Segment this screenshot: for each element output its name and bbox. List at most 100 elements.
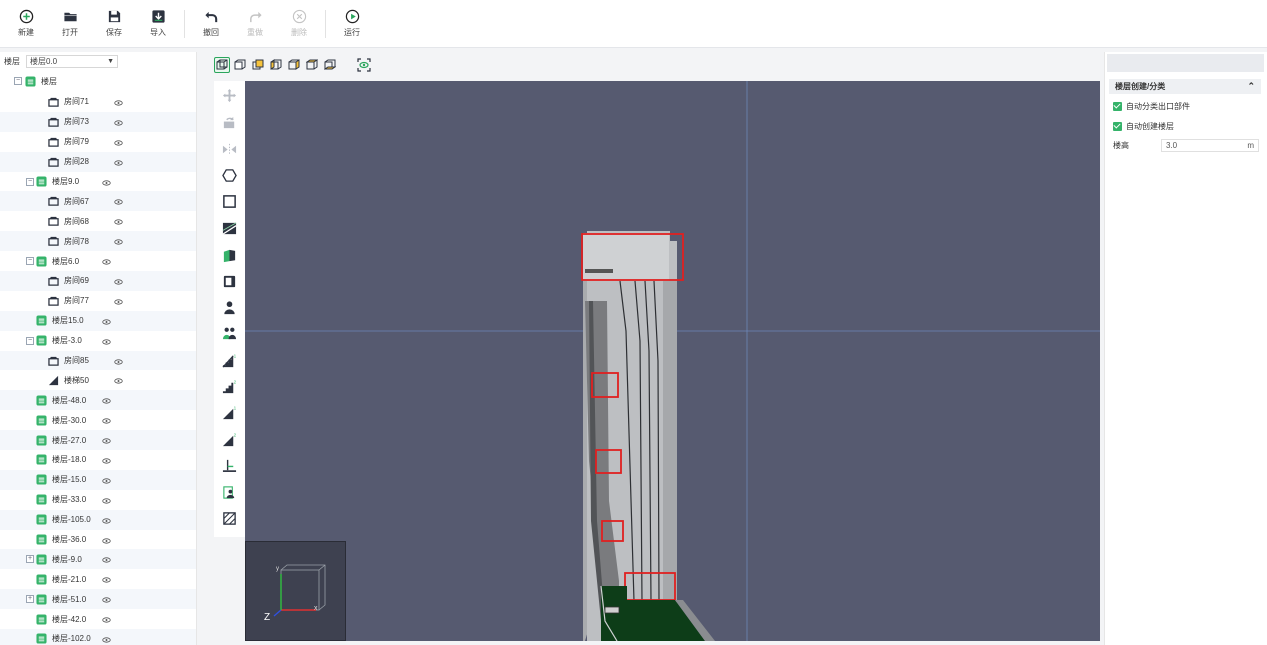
eye-icon[interactable] <box>102 616 111 623</box>
eye-icon[interactable] <box>102 397 111 404</box>
rectangle-tool-button[interactable] <box>221 193 238 210</box>
eye-icon[interactable] <box>102 517 111 524</box>
layer-select-dropdown[interactable]: 楼层0.0 ▼ <box>26 54 118 68</box>
hatch-tool-button[interactable] <box>221 510 238 527</box>
floor-height-input[interactable]: 3.0 m <box>1161 138 1259 152</box>
wall-tool-button[interactable] <box>221 220 238 237</box>
eye-icon[interactable] <box>114 198 123 205</box>
view-perspective-button[interactable] <box>214 57 230 73</box>
tree-floor-row[interactable]: − 楼层6.0 <box>0 251 196 271</box>
eye-icon[interactable] <box>114 139 123 146</box>
tree-floor-row[interactable]: 楼层-105.0 <box>0 509 196 530</box>
stair1-tool-button[interactable]: 1 <box>221 352 238 369</box>
collapse-toggle[interactable]: − <box>26 177 34 186</box>
tree-stair-row[interactable]: 楼梯50 <box>0 370 196 390</box>
eye-icon[interactable] <box>102 338 111 345</box>
eye-icon[interactable] <box>114 159 123 166</box>
collapse-toggle[interactable]: − <box>26 336 34 345</box>
view-back-button[interactable] <box>250 57 266 73</box>
tree-room-row[interactable]: 房间77 <box>0 291 196 311</box>
polygon-tool-button[interactable] <box>221 167 238 184</box>
eye-icon[interactable] <box>114 298 123 305</box>
expand-toggle[interactable]: + <box>26 555 34 564</box>
chevron-up-icon[interactable]: ⌃ <box>1247 81 1255 92</box>
undo-button[interactable]: 撤回 <box>189 4 233 44</box>
eye-icon[interactable] <box>102 537 111 544</box>
new-button[interactable]: 新建 <box>4 4 48 44</box>
crowd-tool-button[interactable] <box>221 325 238 342</box>
tree-room-row[interactable]: 房间79 <box>0 132 196 152</box>
tree-floor-row[interactable]: 楼层-21.0 <box>0 569 196 589</box>
elevator-tool-button[interactable] <box>221 457 238 474</box>
eye-icon[interactable] <box>102 596 111 603</box>
eye-icon[interactable] <box>102 576 111 583</box>
building-model[interactable] <box>245 81 1100 641</box>
view-bottom-button[interactable] <box>322 57 338 73</box>
stair2-tool-button[interactable]: 2 <box>221 378 238 395</box>
ramp1-tool-button[interactable]: 1 <box>221 404 238 421</box>
eye-icon[interactable] <box>102 497 111 504</box>
tree-floor-row[interactable]: 楼层-102.0 <box>0 629 196 645</box>
eye-icon[interactable] <box>114 278 123 285</box>
eye-icon[interactable] <box>102 437 111 444</box>
eye-icon[interactable] <box>102 556 111 563</box>
tree-root-row[interactable]: − 楼层 <box>0 70 196 92</box>
eye-icon[interactable] <box>102 457 111 464</box>
auto-create-floor-checkbox[interactable]: 自动创建楼层 <box>1105 116 1267 136</box>
tree-floor-row[interactable]: 楼层-48.0 <box>0 390 196 411</box>
eye-icon[interactable] <box>114 238 123 245</box>
room-tool-button[interactable] <box>221 273 238 290</box>
collapse-toggle[interactable]: − <box>14 77 22 85</box>
view-top-button[interactable] <box>304 57 320 73</box>
open-button[interactable]: 打开 <box>48 4 92 44</box>
view-front-button[interactable] <box>232 57 248 73</box>
eye-icon[interactable] <box>102 477 111 484</box>
run-button[interactable]: 运行 <box>330 4 374 44</box>
auto-classify-exit-checkbox[interactable]: 自动分类出口部件 <box>1105 96 1267 116</box>
redo-button[interactable]: 重做 <box>233 4 277 44</box>
expand-toggle[interactable]: + <box>26 595 34 604</box>
tree-floor-row[interactable]: − 楼层9.0 <box>0 172 196 192</box>
tree-room-row[interactable]: 房间71 <box>0 92 196 112</box>
tree-floor-row[interactable]: 楼层-27.0 <box>0 430 196 451</box>
tree-room-row[interactable]: 房间85 <box>0 350 196 371</box>
tree-floor-row[interactable]: 楼层-15.0 <box>0 469 196 490</box>
view-left-button[interactable] <box>268 57 284 73</box>
tree-floor-row[interactable]: 楼层15.0 <box>0 310 196 331</box>
tree-room-row[interactable]: 房间69 <box>0 271 196 291</box>
eye-icon[interactable] <box>102 179 111 186</box>
tree-floor-row[interactable]: 楼层-33.0 <box>0 490 196 510</box>
delete-button[interactable]: 删除 <box>277 4 321 44</box>
ramp2-tool-button[interactable]: 2 <box>221 431 238 448</box>
floor-create-section-header[interactable]: 楼层创建/分类 ⌃ <box>1109 79 1261 94</box>
eye-icon[interactable] <box>114 377 123 384</box>
eye-icon[interactable] <box>114 99 123 106</box>
mirror-tool-button[interactable] <box>221 141 238 158</box>
checkbox-checked-icon[interactable] <box>1113 101 1122 111</box>
user-group-tool-button[interactable] <box>221 484 238 501</box>
tree-floor-row[interactable]: 楼层-36.0 <box>0 530 196 550</box>
checkbox-checked-icon[interactable] <box>1113 121 1122 131</box>
tree-floor-row[interactable]: − 楼层-3.0 <box>0 331 196 351</box>
tree-room-row[interactable]: 房间67 <box>0 191 196 212</box>
view-fit-button[interactable] <box>356 57 372 73</box>
eye-icon[interactable] <box>102 417 111 424</box>
eye-icon[interactable] <box>102 258 111 265</box>
eye-icon[interactable] <box>102 636 111 643</box>
save-button[interactable]: 保存 <box>92 4 136 44</box>
tree-room-row[interactable]: 房间28 <box>0 151 196 172</box>
rotate-tool-button[interactable] <box>221 114 238 131</box>
person-tool-button[interactable] <box>221 299 238 316</box>
door-tool-button[interactable] <box>221 247 238 264</box>
eye-icon[interactable] <box>114 358 123 365</box>
tree-floor-row[interactable]: 楼层-18.0 <box>0 450 196 470</box>
tree-floor-row[interactable]: 楼层-30.0 <box>0 410 196 430</box>
collapse-toggle[interactable]: − <box>26 257 34 266</box>
view-right-button[interactable] <box>286 57 302 73</box>
move-tool-button[interactable] <box>221 87 238 104</box>
tree-floor-row[interactable]: + 楼层-9.0 <box>0 549 196 570</box>
tree-floor-row[interactable]: 楼层-42.0 <box>0 609 196 629</box>
tree-floor-row[interactable]: + 楼层-51.0 <box>0 589 196 610</box>
tree-room-row[interactable]: 房间78 <box>0 231 196 252</box>
eye-icon[interactable] <box>114 119 123 126</box>
